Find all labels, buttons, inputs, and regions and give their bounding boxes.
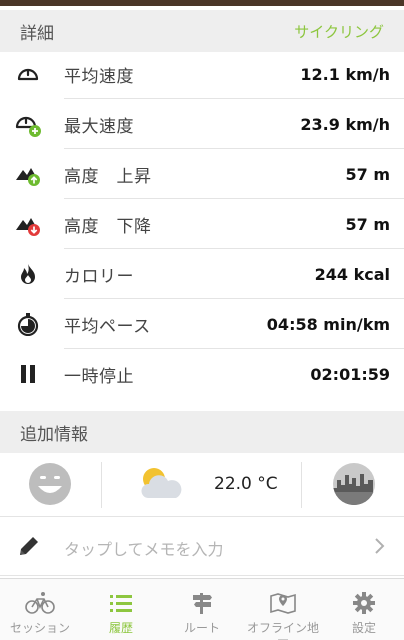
- stat-value: 04:58 min/km: [266, 314, 390, 334]
- stat-label: 高度 上昇: [64, 166, 152, 187]
- gear-icon: [348, 589, 380, 617]
- extra-info-title: 追加情報: [20, 424, 88, 445]
- list-icon: [105, 589, 137, 617]
- tab-route[interactable]: ルート: [162, 579, 242, 640]
- tab-label: ルート: [183, 621, 220, 635]
- flame-icon: [14, 260, 42, 288]
- memo-input-row[interactable]: タップしてメモを入力: [0, 516, 404, 576]
- details-section-header: 詳細 サイクリング: [0, 10, 404, 52]
- top-bar: [0, 0, 404, 6]
- speedometer-icon: [14, 60, 42, 88]
- tab-session[interactable]: セッション: [0, 579, 80, 640]
- bicycle-icon: [24, 589, 56, 617]
- weather-partly-cloudy-icon[interactable]: [136, 464, 184, 508]
- mood-smiley-icon[interactable]: [28, 462, 72, 510]
- stat-label: 平均ペース: [64, 316, 151, 337]
- details-title: 詳細: [20, 23, 54, 44]
- stat-row-elevation-up: 高度 上昇 57 m: [0, 149, 404, 199]
- extra-info-row: 22.0 °C: [0, 454, 404, 516]
- tab-label: セッション: [9, 621, 70, 635]
- stat-value: 12.1 km/h: [300, 64, 390, 84]
- stat-label: 平均速度: [64, 66, 134, 87]
- stat-row-elevation-down: 高度 下降 57 m: [0, 199, 404, 249]
- stat-value: 02:01:59: [310, 364, 390, 384]
- stat-label: 最大速度: [64, 116, 134, 137]
- stat-label: 一時停止: [64, 366, 134, 387]
- tab-history[interactable]: 履歴: [81, 579, 161, 640]
- stat-value: 244 kcal: [314, 264, 390, 284]
- stat-label: 高度 下降: [64, 216, 152, 237]
- tab-bar: セッション 履歴 ルート オフライン地図 設定: [0, 578, 404, 640]
- activity-type-label[interactable]: サイクリング: [294, 21, 384, 42]
- stat-row-calories: カロリー 244 kcal: [0, 249, 404, 299]
- stat-row-avg-speed: 平均速度 12.1 km/h: [0, 49, 404, 99]
- pencil-icon: [16, 533, 42, 563]
- photo-thumbnail[interactable]: [332, 462, 376, 510]
- pause-icon: [14, 360, 42, 388]
- stat-row-max-speed: 最大速度 23.9 km/h: [0, 99, 404, 149]
- max-speedometer-icon: [14, 110, 42, 138]
- tab-label: 設定: [351, 621, 376, 635]
- tab-label: 履歴: [108, 621, 133, 635]
- temperature-value: 22.0 °C: [214, 474, 278, 494]
- memo-placeholder: タップしてメモを入力: [64, 540, 224, 559]
- stat-value: 57 m: [345, 164, 390, 184]
- stat-value: 57 m: [345, 214, 390, 234]
- stopwatch-icon: [14, 310, 42, 338]
- stat-label: カロリー: [64, 266, 134, 287]
- stat-row-paused: 一時停止 02:01:59: [0, 349, 404, 399]
- signpost-icon: [186, 589, 218, 617]
- chevron-right-icon: [372, 535, 386, 561]
- stat-row-avg-pace: 平均ペース 04:58 min/km: [0, 299, 404, 349]
- offline-map-icon: [267, 589, 299, 617]
- elevation-up-icon: [14, 160, 42, 188]
- tab-offline-map[interactable]: オフライン地図: [243, 579, 323, 640]
- elevation-down-icon: [14, 210, 42, 238]
- stat-value: 23.9 km/h: [300, 114, 390, 134]
- tab-label: オフライン地図: [246, 621, 319, 640]
- tab-settings[interactable]: 設定: [324, 579, 404, 640]
- extra-info-section-header: 追加情報: [0, 411, 404, 453]
